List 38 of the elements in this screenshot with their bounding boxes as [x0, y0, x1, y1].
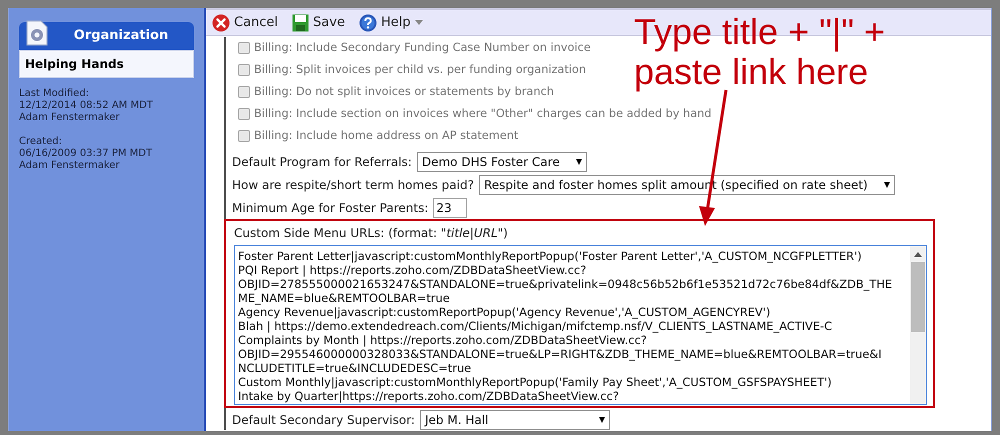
meta-date: 06/16/2009 03:37 PM MDT — [19, 148, 152, 160]
caret-icon — [414, 20, 423, 25]
checkbox[interactable] — [238, 108, 250, 120]
checkbox[interactable] — [238, 42, 250, 54]
field-label: Default Program for Referrals: — [232, 154, 412, 171]
checkbox[interactable] — [238, 64, 250, 76]
dropdown[interactable]: Jeb M. Hall — [420, 410, 610, 430]
annotation-text: Type title + "|" + — [634, 12, 886, 52]
scroll-up-icon[interactable] — [914, 252, 922, 256]
meta-user: Adam Fenstermaker — [19, 112, 120, 124]
checkbox-label: Billing: Include home address on AP statement — [254, 128, 518, 144]
help-button[interactable]: Help — [358, 12, 423, 32]
input-field[interactable]: 23 — [433, 198, 468, 218]
gear-document-icon — [26, 20, 48, 46]
meta-user: Adam Fenstermaker — [19, 160, 120, 172]
meta-label: Created: — [19, 136, 62, 148]
checkbox-label: Billing: Include section on invoices where "Other" charges can be added by hand — [254, 106, 712, 122]
field-label: Custom Side Menu URLs: (format: "title|URL") — [234, 225, 509, 242]
checkbox-label: Billing: Split invoices per child vs. per funding organization — [254, 62, 586, 78]
organization-name: Helping Hands — [25, 56, 124, 73]
field-label: Default Secondary Supervisor: — [232, 412, 415, 429]
checkbox-label: Billing: Do not split invoices or statements by branch — [254, 84, 554, 100]
checkbox[interactable] — [238, 130, 250, 142]
field-label: Minimum Age for Foster Parents: — [232, 200, 428, 217]
field-label: How are respite/short term homes paid? — [232, 177, 474, 194]
meta-date: 12/12/2014 08:52 AM MDT — [19, 100, 153, 112]
dropdown[interactable]: Demo DHS Foster Care — [416, 152, 587, 172]
text-area[interactable]: Foster Parent Letter|javascript:customMonthlyReportPopup('Foster Parent Letter','A_CUSTOM_NCGFPLETTER') PQI Report | https://reports.zoho.com/ZDBDataSheetView.cc? OBJID=278555000021653247&STANDALONE=true&privatelink=0948c56b52b6f1e53521d72c76be84df&ZDB_THE ME_NAME=blue&REMTOOLBAR=true Agency Revenue|javascript:customReportPopup('Agency Revenue','A_CUSTOM_AGENCYREV') Blah | https://demo.extendedreach.com/Clients/Michigan/mifctemp.nsf/V_CLIENTS_LASTNAME_ACTIVE-C Complaints by Month | https://reports.zoho.com/ZDBDataSheetView.cc? OBJID=295546000000328033&STANDALONE=true&LP=RIGHT&ZDB_THEME_NAME=blue&REMTOOLBAR=true&I NCLUDETITLE=true&INCLUDEDESC=true Custom Monthly|javascript:customMonthlyReportPopup('Family Pay Sheet','A_CUSTOM_GSFSPAYSHEET') Intake by Quarter|https://reports.zoho.com/ZDBDataSheetView.cc? — [234, 245, 927, 405]
checkbox[interactable] — [238, 86, 250, 98]
checkbox-label: Billing: Include Secondary Funding Case Number on invoice — [254, 40, 591, 56]
close-icon — [212, 14, 230, 32]
scrollbar[interactable] — [910, 246, 926, 404]
annotation-text: paste link here — [634, 52, 870, 92]
meta-label: Last Modified: — [19, 88, 90, 100]
cancel-button[interactable]: Cancel — [212, 12, 278, 32]
help-icon — [358, 14, 377, 32]
panel-title: Organization — [72, 27, 170, 46]
save-button[interactable]: Save — [292, 12, 345, 32]
